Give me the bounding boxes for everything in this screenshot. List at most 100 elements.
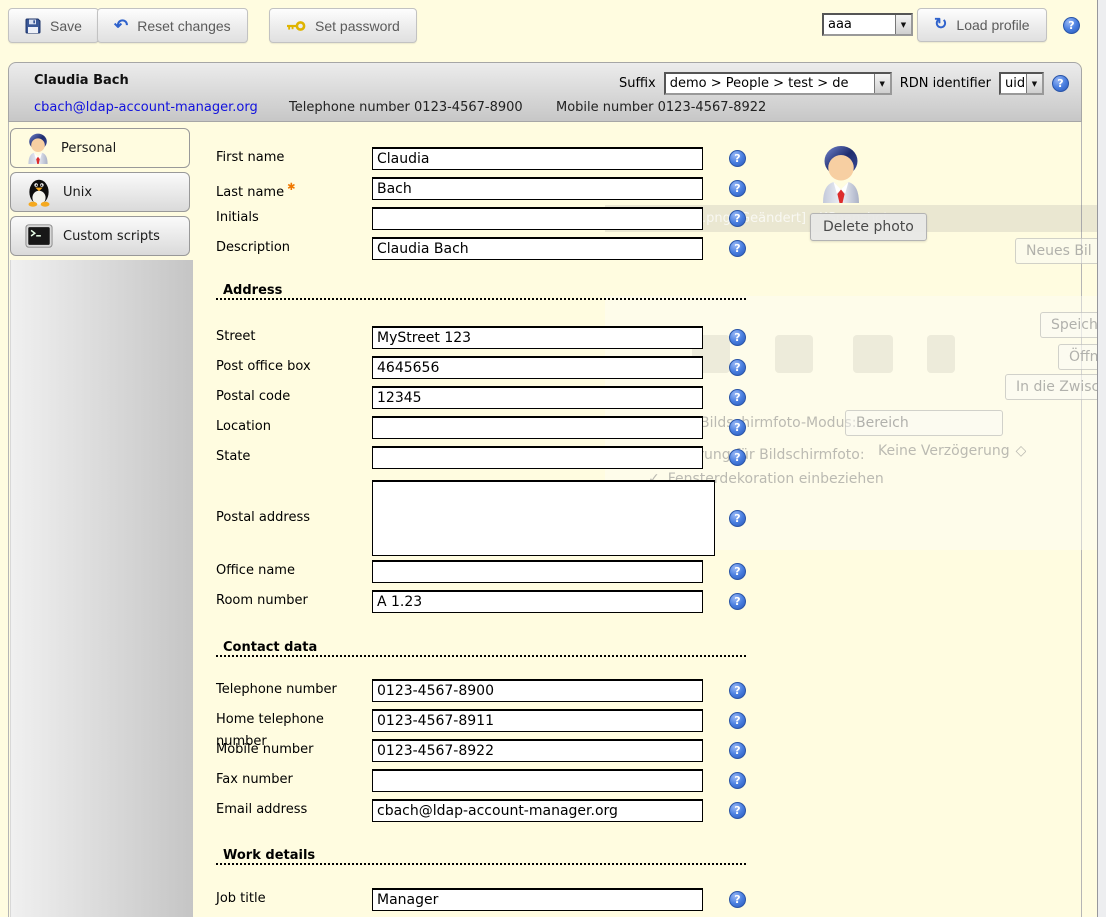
save-button-label: Save	[50, 18, 82, 34]
dropdown-arrow-icon: ▼	[874, 74, 890, 93]
reload-circle-icon: ↻	[934, 17, 947, 33]
header-mobile-text: Mobile number 0123-4567-8922	[556, 100, 766, 115]
initials-label: Initials	[216, 207, 372, 229]
rdn-select[interactable]: uid ▼	[999, 72, 1044, 95]
telephone-label: Telephone number	[216, 679, 372, 701]
save-button[interactable]: Save	[8, 8, 99, 43]
state-label: State	[216, 446, 372, 468]
user-photo	[817, 142, 865, 208]
toolbar-help-icon[interactable]: ?	[1063, 17, 1080, 34]
fax-help-icon[interactable]: ?	[729, 772, 746, 789]
description-input[interactable]	[372, 237, 703, 260]
tab-unix[interactable]: Unix	[10, 172, 190, 212]
ghost-spinner-icon: ◇	[1016, 443, 1027, 459]
form-row-fax: Fax number ?	[216, 769, 786, 799]
form-row-last-name: Last name✱ ?	[216, 177, 786, 207]
email-link[interactable]: cbach@ldap-account-manager.org	[34, 100, 258, 115]
state-input[interactable]	[372, 446, 703, 469]
first-name-help-icon[interactable]: ?	[729, 150, 746, 167]
form-row-mobile: Mobile number ?	[216, 739, 786, 769]
street-help-icon[interactable]: ?	[729, 329, 746, 346]
office-name-input[interactable]	[372, 560, 703, 583]
last-name-help-icon[interactable]: ?	[729, 180, 746, 197]
ghost-thumbnail	[927, 335, 955, 373]
form-row-description: Description ?	[216, 237, 786, 267]
tab-custom-scripts-label: Custom scripts	[63, 229, 160, 244]
scrollbar[interactable]	[1097, 0, 1106, 917]
reset-changes-button[interactable]: ↶ Reset changes	[97, 8, 248, 43]
form-row-job-title: Job title ?	[216, 888, 786, 917]
rdn-select-value: uid	[1001, 74, 1026, 93]
initials-input[interactable]	[372, 207, 703, 230]
description-help-icon[interactable]: ?	[729, 240, 746, 257]
location-input[interactable]	[372, 416, 703, 439]
first-name-input[interactable]	[372, 147, 703, 170]
ghost-mode-value: Bereich	[845, 410, 1003, 436]
ghost-thumbnail	[853, 335, 893, 373]
location-help-icon[interactable]: ?	[729, 419, 746, 436]
job-title-input[interactable]	[372, 888, 703, 911]
ghost-delay-value: Keine Verzögerung	[878, 443, 1010, 459]
description-label: Description	[216, 237, 372, 259]
profile-select[interactable]: aaa ▼	[822, 13, 913, 36]
form-row-initials: Initials ?	[216, 207, 786, 237]
email-help-icon[interactable]: ?	[729, 802, 746, 819]
form-row-first-name: First name ?	[216, 147, 786, 177]
postal-code-input[interactable]	[372, 386, 703, 409]
dropdown-arrow-icon: ▼	[1026, 74, 1042, 93]
set-password-button[interactable]: Set password	[269, 8, 417, 43]
initials-help-icon[interactable]: ?	[729, 210, 746, 227]
form-row-state: State ?	[216, 446, 786, 476]
street-input[interactable]	[372, 326, 703, 349]
header-telephone-text: Telephone number 0123-4567-8900	[289, 100, 523, 115]
telephone-input[interactable]	[372, 679, 703, 702]
form-row-postal-code: Postal code ?	[216, 386, 786, 416]
rdn-label: RDN identifier	[900, 76, 991, 91]
suffix-select[interactable]: demo > People > test > de ▼	[664, 72, 892, 95]
po-box-help-icon[interactable]: ?	[729, 359, 746, 376]
header-info-row: cbach@ldap-account-manager.org Telephone…	[9, 100, 1081, 120]
undo-arrow-icon: ↶	[114, 17, 128, 34]
state-help-icon[interactable]: ?	[729, 449, 746, 466]
terminal-icon	[25, 223, 53, 249]
last-name-label: Last name	[216, 185, 284, 200]
mobile-input[interactable]	[372, 739, 703, 762]
form-row-po-box: Post office box ?	[216, 356, 786, 386]
person-icon	[25, 132, 51, 164]
postal-code-help-icon[interactable]: ?	[729, 389, 746, 406]
ghost-new-snapshot-button: Neues Bil	[1015, 238, 1106, 264]
postal-address-textarea[interactable]	[372, 480, 715, 556]
set-password-label: Set password	[315, 18, 400, 34]
load-profile-button[interactable]: ↻ Load profile	[917, 8, 1047, 42]
personal-form: First name ? Last name✱ ? Initials ? Des…	[216, 147, 786, 917]
office-name-help-icon[interactable]: ?	[729, 563, 746, 580]
tab-personal[interactable]: Personal	[10, 128, 190, 168]
home-telephone-input[interactable]	[372, 709, 703, 732]
room-number-input[interactable]	[372, 590, 703, 613]
tux-penguin-icon	[25, 176, 53, 208]
ghost-copy-clipboard-button: In die Zwische	[1005, 374, 1106, 400]
home-telephone-help-icon[interactable]: ?	[729, 712, 746, 729]
room-number-help-icon[interactable]: ?	[729, 593, 746, 610]
tab-personal-label: Personal	[61, 141, 116, 156]
email-input[interactable]	[372, 799, 703, 822]
postal-address-help-icon[interactable]: ?	[729, 510, 746, 527]
last-name-input[interactable]	[372, 177, 703, 200]
save-floppy-icon	[25, 18, 41, 34]
fax-input[interactable]	[372, 769, 703, 792]
dropdown-arrow-icon: ▼	[895, 15, 911, 34]
suffix-help-icon[interactable]: ?	[1052, 75, 1069, 92]
tab-custom-scripts[interactable]: Custom scripts	[10, 216, 190, 256]
email-label: Email address	[216, 799, 372, 821]
job-title-help-icon[interactable]: ?	[729, 891, 746, 908]
suffix-label: Suffix	[619, 76, 656, 91]
lam-account-edit-page: Save ↶ Reset changes Set password aaa ▼ …	[0, 0, 1106, 917]
section-heading-address: Address	[216, 283, 746, 300]
account-header: Claudia Bach Suffix demo > People > test…	[8, 62, 1082, 122]
telephone-help-icon[interactable]: ?	[729, 682, 746, 699]
mobile-help-icon[interactable]: ?	[729, 742, 746, 759]
po-box-input[interactable]	[372, 356, 703, 379]
section-heading-work: Work details	[216, 848, 746, 865]
delete-photo-button[interactable]: Delete photo	[810, 213, 927, 241]
form-row-email: Email address ?	[216, 799, 786, 829]
